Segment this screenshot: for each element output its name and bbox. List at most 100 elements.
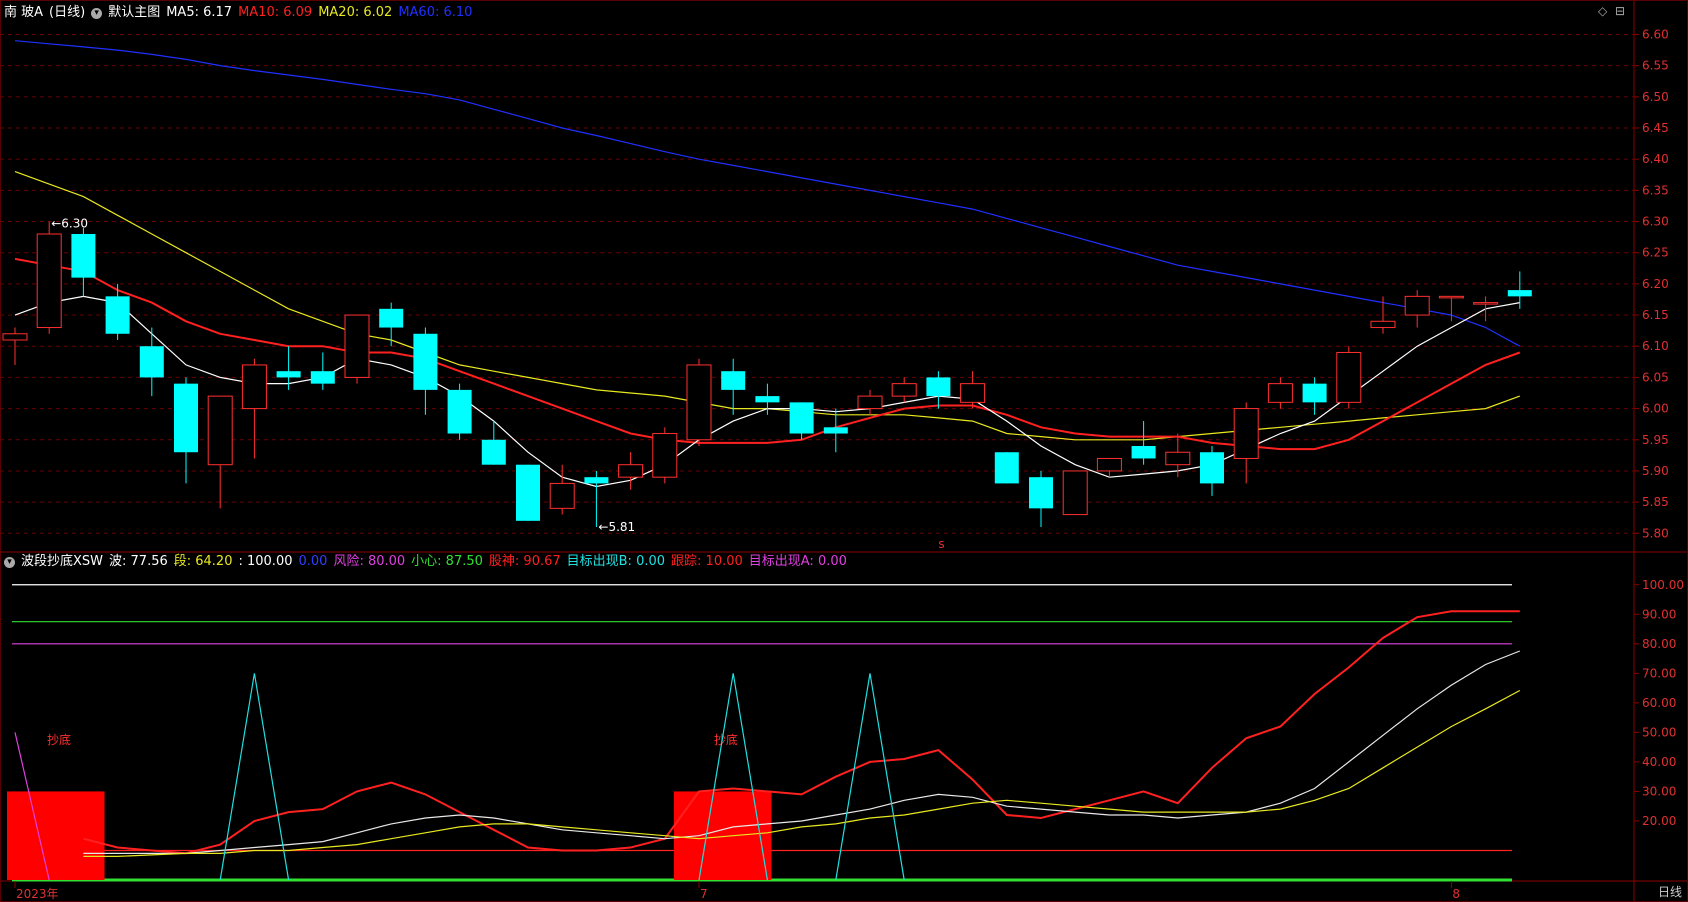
indicator-value-6: 股神: 90.67 <box>488 554 561 569</box>
y-tick-label: 80.00 <box>1642 637 1676 651</box>
y-tick-label: 50.00 <box>1642 725 1676 739</box>
candle-down <box>481 439 506 465</box>
indicator-value-9: 目标出现A: 0.00 <box>748 554 847 569</box>
candle-up <box>1370 320 1396 329</box>
candle-up <box>1062 470 1088 516</box>
indicator-value-4: 风险: 80.00 <box>333 554 406 569</box>
stock-name[interactable]: 南 玻A <box>4 3 43 23</box>
candle-up <box>891 383 917 397</box>
indicator-value-8: 跟踪: 10.00 <box>671 554 743 569</box>
y-tick-label: 6.50 <box>1642 90 1669 104</box>
y-tick-label: 6.35 <box>1642 183 1669 197</box>
candle-up <box>686 364 712 441</box>
candle-up <box>1404 295 1430 316</box>
y-tick-label: 6.60 <box>1642 27 1669 41</box>
ma10-line <box>14 257 1521 451</box>
candle-down <box>926 377 951 397</box>
indicator-header: ▾ 波段抄底XSW 波: 77.56 段: 64.20: 100.00 0.00 风险… <box>4 552 847 572</box>
main-chart-header: 南 玻A (日线) ▾ 默认主图 MA5: 6.17 MA10: 6.09 MA… <box>4 3 472 23</box>
dropdown-icon[interactable]: ▾ <box>4 556 15 568</box>
outer-frame <box>0 0 1688 902</box>
candle-down <box>789 402 814 434</box>
y-tick-label: 60.00 <box>1642 696 1676 710</box>
high-price-label: ←6.30 <box>51 217 88 231</box>
y-tick-label: 6.05 <box>1642 370 1669 384</box>
y-tick-label: 6.55 <box>1642 59 1669 73</box>
candle-up <box>652 433 678 478</box>
y-tick-label: 6.10 <box>1642 339 1669 353</box>
candle-down <box>755 396 780 403</box>
candle-up <box>1438 295 1464 299</box>
y-tick-label: 6.00 <box>1642 402 1669 416</box>
candle-down <box>1302 383 1327 403</box>
series-波 <box>83 650 1521 855</box>
collapse-icon[interactable]: ⊟ <box>1615 4 1625 18</box>
template-name[interactable]: 默认主图 <box>108 3 160 23</box>
y-tick-label: 5.90 <box>1642 464 1669 478</box>
candle-down <box>1200 452 1224 484</box>
candle-up <box>36 233 62 329</box>
y-tick-label: 5.95 <box>1642 433 1669 447</box>
y-tick-label: 40.00 <box>1642 755 1676 769</box>
candle-down <box>105 296 130 334</box>
candle-up <box>207 395 233 466</box>
candle-down <box>413 333 438 390</box>
buy-signal-label: 抄底 <box>714 732 738 747</box>
series-目标出现B <box>835 673 905 881</box>
diamond-icon[interactable]: ◇ <box>1598 4 1607 18</box>
candle-up <box>857 395 883 410</box>
candle-down <box>139 346 164 378</box>
y-tick-label: 20.00 <box>1642 814 1676 828</box>
chart-canvas[interactable]: 6.60 6.55 6.50 6.45 6.40 6.35 6.30 6.25 6.20 6.15… <box>0 0 1688 902</box>
x-tick-label: 8 <box>1452 887 1460 901</box>
indicator-name[interactable]: 波段抄底XSW <box>21 552 103 572</box>
candle-up <box>549 482 575 509</box>
indicator-values: 波: 77.56 段: 64.20: 100.00 0.00 风险: 80.00 小心:… <box>109 552 847 572</box>
indicator-value-7: 目标出现B: 0.00 <box>566 554 666 569</box>
candle-down <box>447 389 472 434</box>
event-marker: s <box>938 537 944 551</box>
period-switch[interactable]: 日线 <box>1658 883 1682 900</box>
series-股神 <box>83 610 1520 855</box>
buy-signal-label: 抄底 <box>47 732 71 747</box>
candle-down <box>1131 446 1156 459</box>
y-tick-label: 6.30 <box>1642 215 1669 229</box>
indicator-value-1: 段: 64.20 <box>173 554 233 569</box>
candle-down <box>379 308 404 328</box>
y-tick-label: 70.00 <box>1642 666 1676 680</box>
y-tick-label: 6.15 <box>1642 308 1669 322</box>
candle-down <box>310 371 335 384</box>
y-tick-label: 5.80 <box>1642 526 1669 540</box>
candle-up <box>344 314 370 378</box>
ma60-line <box>14 40 1521 347</box>
ma60-legend: MA60: 6.10 <box>398 5 473 20</box>
period-label: (日线) <box>49 5 86 20</box>
candle-down <box>1507 290 1532 297</box>
dropdown-icon[interactable]: ▾ <box>91 7 103 19</box>
ma20-legend: MA20: 6.02 <box>318 5 393 20</box>
candle-up <box>2 333 28 341</box>
candle-down <box>1029 477 1053 509</box>
candle-down <box>276 371 301 378</box>
candle-up <box>241 364 267 410</box>
indicator-value-5: 小心: 87.50 <box>411 554 483 569</box>
candle-down <box>721 371 746 390</box>
candle-down <box>584 477 609 484</box>
x-tick-label: 7 <box>700 887 708 901</box>
ma10-legend: MA10: 6.09 <box>238 5 313 20</box>
candle-up <box>960 383 986 403</box>
candle-up <box>1096 457 1122 472</box>
candle-up <box>1267 383 1293 403</box>
candle-down <box>823 427 848 434</box>
low-price-label: ←5.81 <box>598 520 635 534</box>
candle-up <box>1336 351 1362 403</box>
y-tick-label: 90.00 <box>1642 607 1676 621</box>
candle-up <box>618 464 644 478</box>
ma5-legend: MA5: 6.17 <box>166 5 233 20</box>
y-tick-label: 30.00 <box>1642 784 1676 798</box>
y-tick-label: 6.45 <box>1642 121 1669 135</box>
candle-down <box>174 383 198 453</box>
y-tick-label: 100.00 <box>1642 578 1684 592</box>
buy-signal-bar <box>7 791 105 880</box>
y-tick-label: 5.85 <box>1642 495 1669 509</box>
